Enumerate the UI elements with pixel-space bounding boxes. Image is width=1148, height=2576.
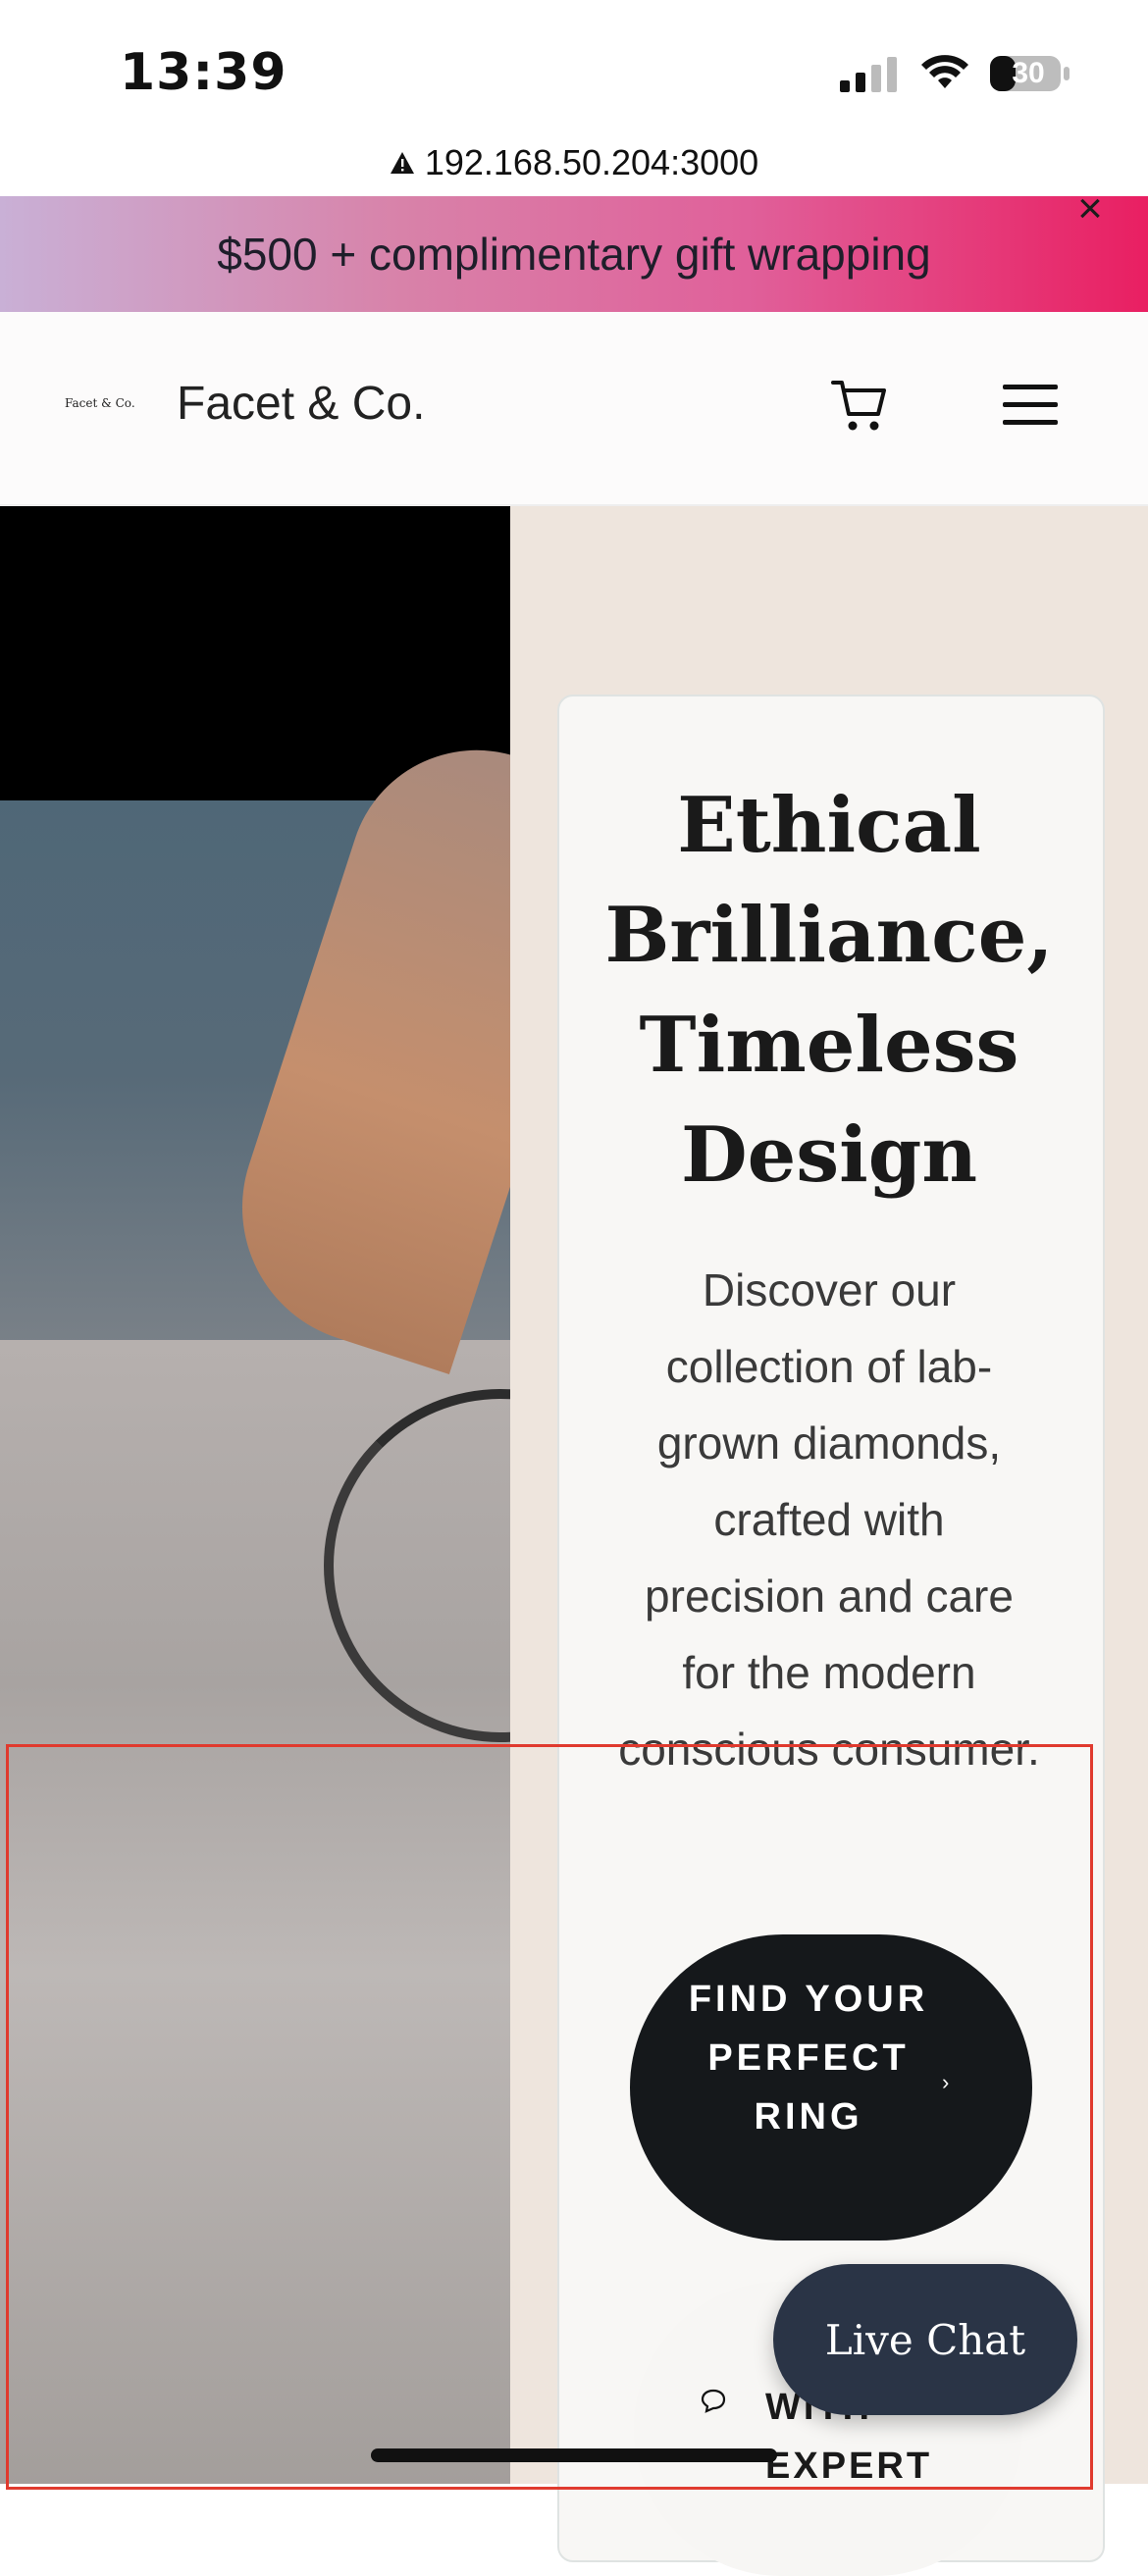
home-indicator[interactable]	[371, 2448, 777, 2462]
cart-icon[interactable]	[829, 375, 890, 436]
promo-text: $500 + complimentary gift wrapping	[217, 229, 931, 280]
site-header	[0, 312, 1148, 506]
highlight-box	[6, 1744, 1093, 2490]
logo[interactable]: Facet & Co.	[65, 396, 135, 410]
promo-banner: $500 + complimentary gift wrapping	[0, 196, 1148, 312]
hero-description: Discover our collection of lab-grown dia…	[618, 1264, 1040, 1775]
signal-icon	[840, 57, 897, 92]
wifi-icon	[921, 55, 968, 88]
battery-level: 30	[1012, 57, 1045, 89]
address-bar[interactable]: 192.168.50.204:3000	[0, 133, 1148, 192]
status-time: 13:39	[120, 43, 287, 102]
battery-icon: 30	[989, 53, 1071, 94]
close-icon[interactable]: ×	[1066, 184, 1115, 233]
hamburger-menu-icon[interactable]	[1001, 381, 1060, 430]
url-text: 192.168.50.204:3000	[424, 142, 759, 182]
brand-name[interactable]: Facet & Co.	[177, 377, 425, 431]
warning-icon	[390, 152, 414, 174]
hero-title: Ethical Brilliance, Timeless Design	[604, 781, 1054, 1200]
